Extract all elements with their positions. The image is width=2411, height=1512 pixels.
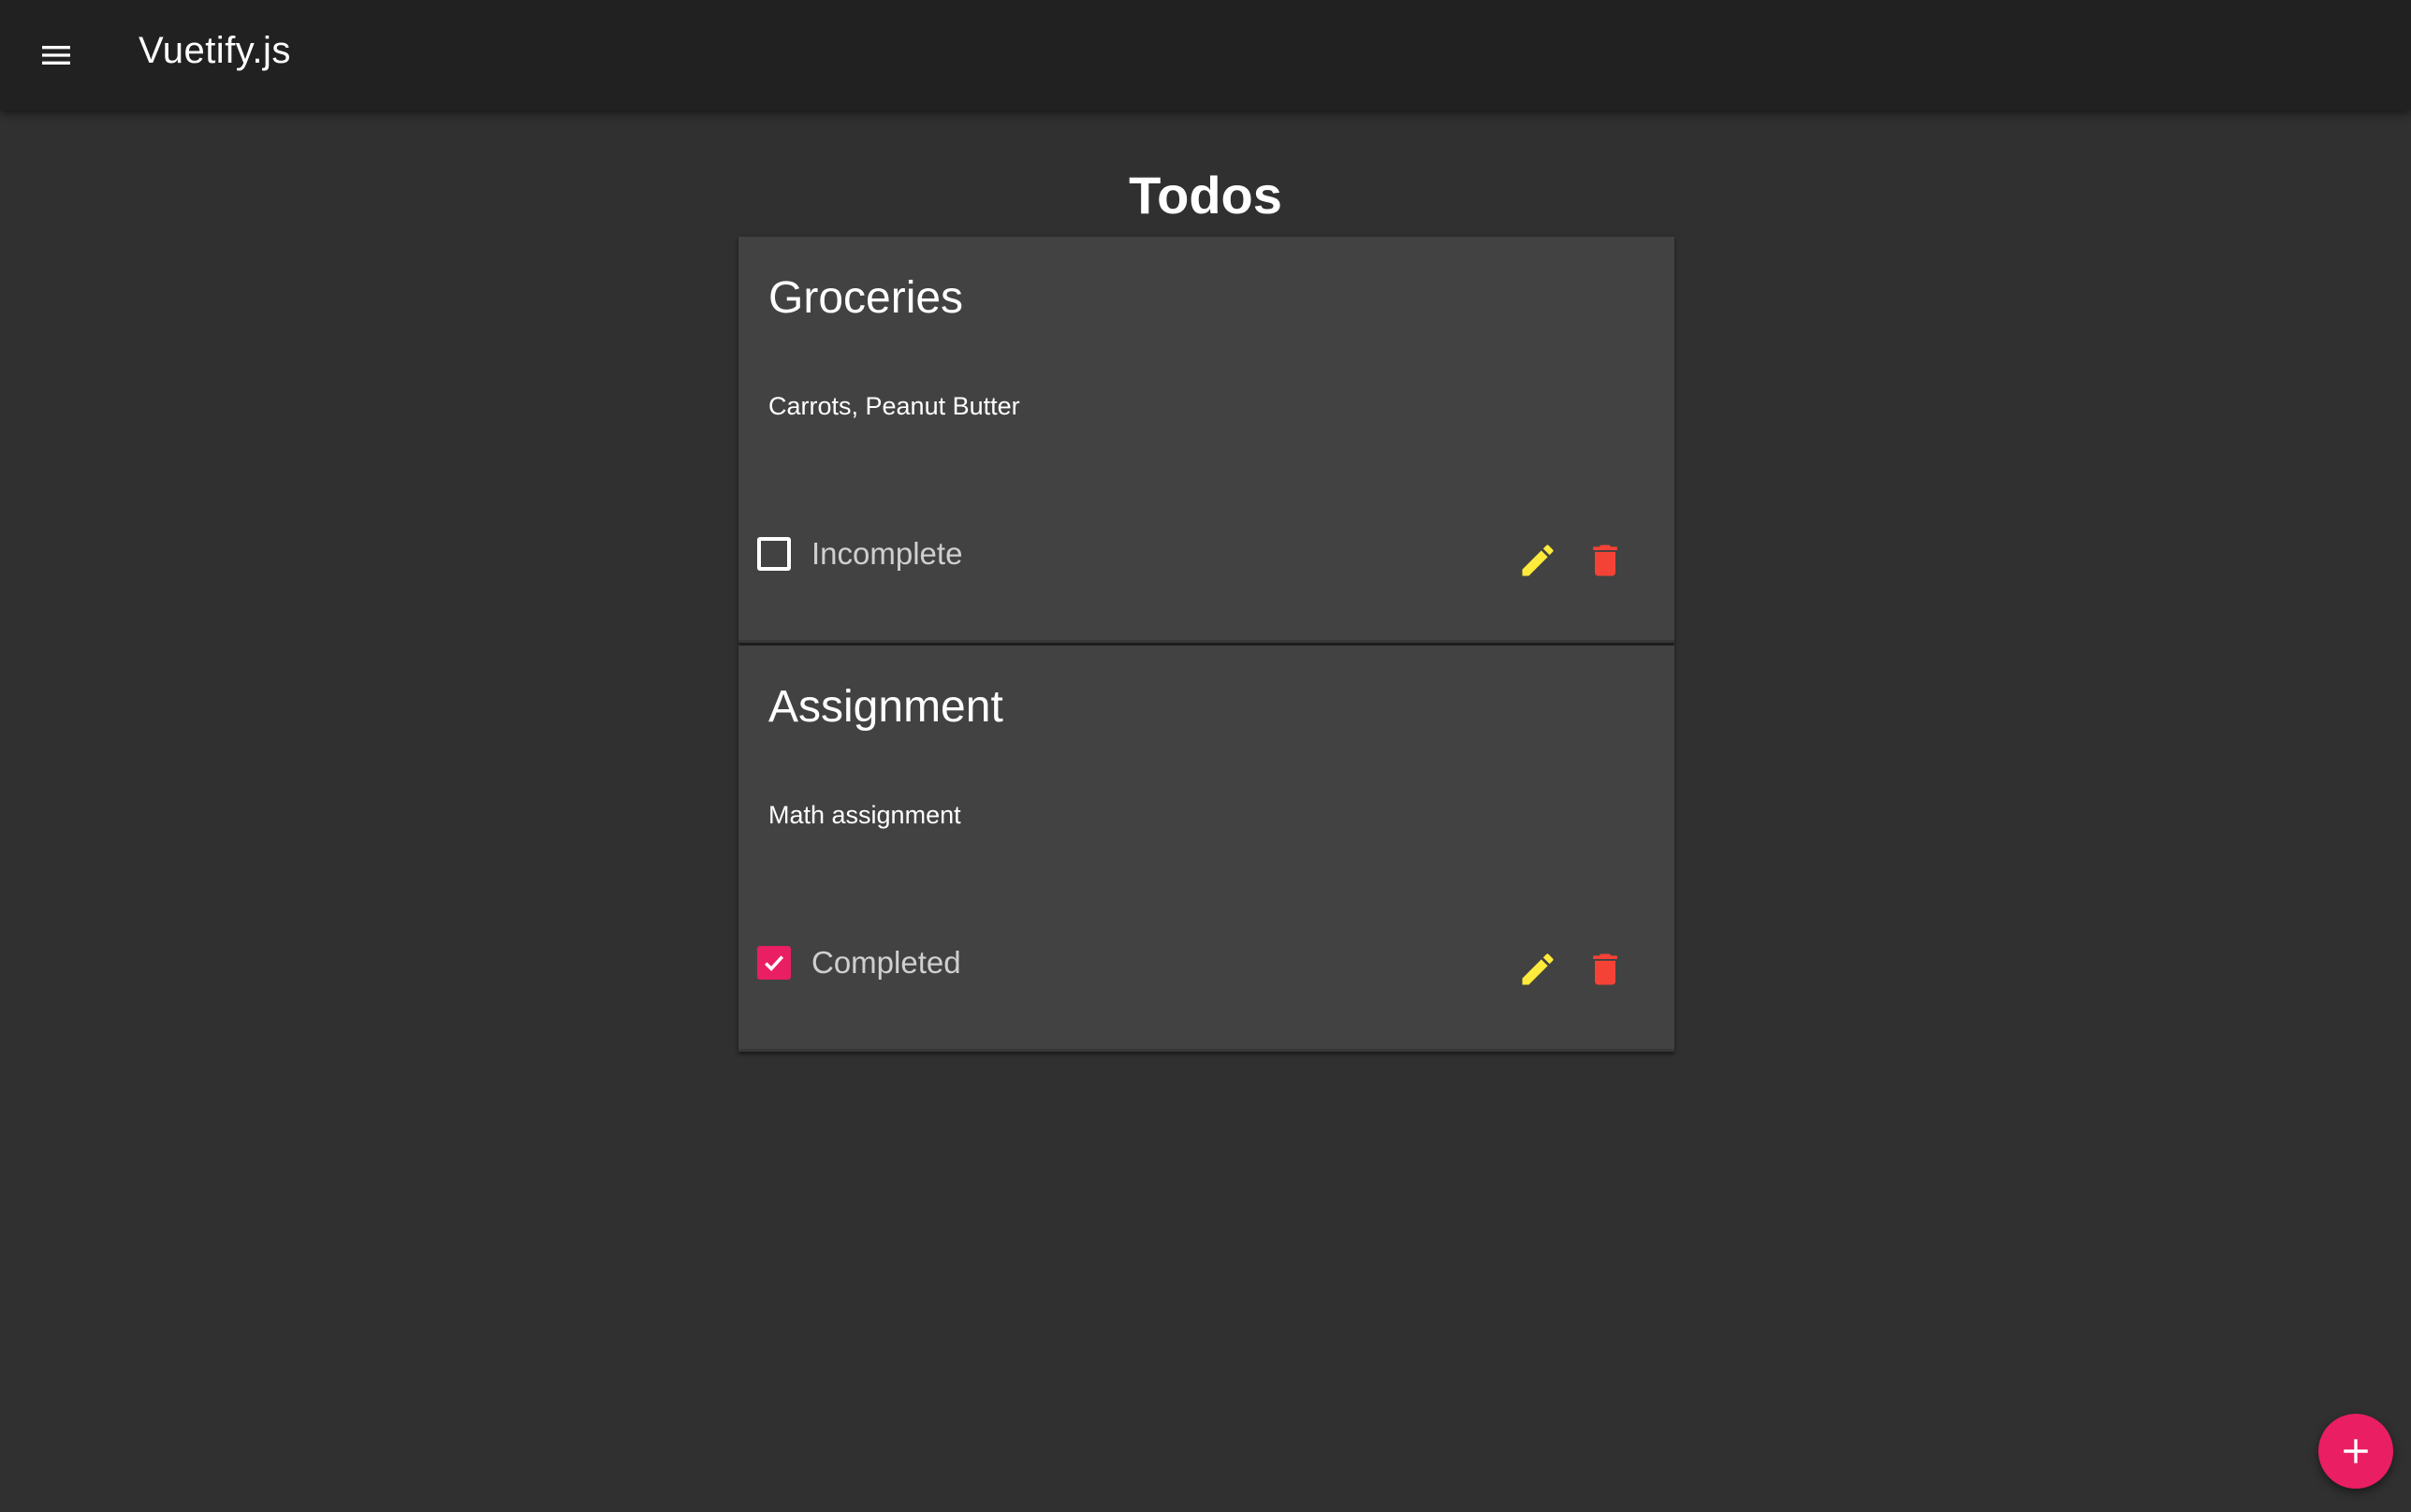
pencil-icon	[1522, 545, 1554, 576]
todo-description: Carrots, Peanut Butter	[768, 392, 1020, 420]
trash-icon	[1593, 953, 1617, 985]
delete-button[interactable]	[1577, 941, 1633, 997]
hamburger-menu-icon	[42, 46, 70, 65]
todo-card: Groceries Carrots, Peanut Butter Incompl…	[738, 237, 1674, 643]
edit-button[interactable]	[1510, 532, 1566, 589]
todo-card: Assignment Math assignment Completed	[738, 646, 1674, 1052]
app-toolbar: Vuetify.js	[0, 0, 2411, 110]
todo-title: Groceries	[768, 273, 964, 323]
delete-button[interactable]	[1577, 532, 1633, 589]
checkbox-checked-icon[interactable]	[757, 946, 791, 980]
status-checkbox[interactable]: Incomplete	[757, 536, 962, 572]
todo-title: Assignment	[768, 682, 1003, 732]
plus-icon	[2344, 1439, 2368, 1463]
todo-description: Math assignment	[768, 801, 961, 829]
edit-button[interactable]	[1510, 941, 1566, 997]
checkmark-icon	[765, 955, 784, 971]
status-label: Completed	[811, 945, 961, 980]
page-title: Todos	[1129, 166, 1282, 225]
pencil-icon	[1522, 953, 1554, 985]
status-label: Incomplete	[811, 536, 963, 571]
add-todo-button[interactable]	[2318, 1414, 2393, 1489]
todo-list: Groceries Carrots, Peanut Butter Incompl…	[738, 237, 1674, 1052]
status-checkbox[interactable]: Completed	[757, 945, 961, 981]
app-title: Vuetify.js	[139, 30, 291, 71]
menu-button[interactable]	[19, 18, 94, 93]
app-root: Vuetify.js Todos Groceries Carrots, Pean…	[0, 0, 2411, 1512]
checkbox-unchecked-icon[interactable]	[757, 537, 791, 571]
trash-icon	[1593, 545, 1617, 576]
